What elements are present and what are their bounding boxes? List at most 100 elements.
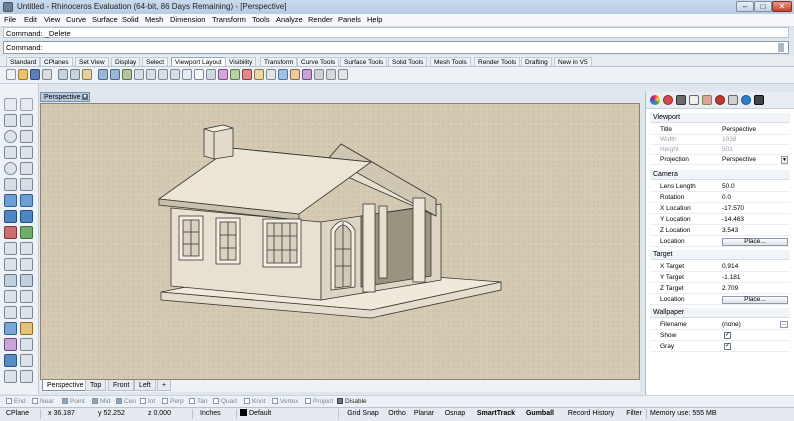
tab-cplanes[interactable]: CPlanes [40, 57, 73, 66]
tab-set-view[interactable]: Set View [75, 57, 109, 66]
edit-icon[interactable] [702, 95, 712, 105]
surface-icon[interactable] [4, 194, 17, 207]
split-icon[interactable] [4, 258, 17, 271]
lens-length-field[interactable]: 50.0 [722, 182, 735, 192]
new-file-icon[interactable] [6, 69, 16, 80]
polyline-icon[interactable] [4, 114, 17, 127]
four-viewports-icon[interactable] [182, 69, 192, 80]
menu-solid[interactable]: Solid [122, 15, 139, 24]
filename-field[interactable]: (none) [722, 320, 741, 330]
paste-icon[interactable] [82, 69, 92, 80]
join-icon[interactable] [20, 258, 33, 271]
fillet-edge-icon[interactable] [4, 242, 17, 255]
arc-icon[interactable] [20, 130, 33, 143]
tab-top[interactable]: Top [85, 380, 107, 391]
tab-perspective[interactable]: Perspective [42, 380, 89, 391]
ellipse-icon[interactable] [4, 162, 17, 175]
viewport-title-tab[interactable]: Perspective ▾ [40, 92, 90, 102]
checkbox-icon[interactable] [244, 398, 250, 404]
tab-standard[interactable]: Standard [6, 57, 41, 66]
tab-visibility[interactable]: Visibility [225, 57, 257, 66]
tab-solid-tools[interactable]: Solid Tools [388, 57, 428, 66]
trim-icon[interactable] [20, 242, 33, 255]
hide-icon[interactable] [254, 69, 264, 80]
menu-edit[interactable]: Edit [24, 15, 37, 24]
help-icon[interactable] [754, 95, 764, 105]
material-icon[interactable] [314, 69, 324, 80]
rhino-app-icon[interactable] [3, 2, 13, 12]
mesh-icon[interactable] [20, 226, 33, 239]
checkbox-icon[interactable] [32, 398, 38, 404]
select-arrow-icon[interactable] [4, 98, 17, 111]
section-camera[interactable]: Camera [650, 170, 790, 180]
filter-button[interactable]: Filter [624, 409, 644, 419]
tab-mesh-tools[interactable]: Mesh Tools [430, 57, 471, 66]
array-icon[interactable] [4, 322, 17, 335]
options-icon[interactable] [338, 69, 348, 80]
target-place-button[interactable]: Place... [722, 296, 788, 304]
title-field[interactable]: Perspective [722, 125, 756, 135]
undo-icon[interactable] [98, 69, 108, 80]
layers-icon[interactable] [689, 95, 699, 105]
osnap-vertex[interactable]: Vertex [272, 397, 298, 406]
checkbox-icon[interactable] [272, 398, 278, 404]
lock-icon[interactable] [266, 69, 276, 80]
zoom-extents-icon[interactable] [158, 69, 168, 80]
osnap-int[interactable]: Int [140, 397, 155, 406]
tab-display[interactable]: Display [111, 57, 141, 66]
cplane-icon[interactable] [194, 69, 204, 80]
tab-surface-tools[interactable]: Surface Tools [340, 57, 388, 66]
menu-dimension[interactable]: Dimension [170, 15, 205, 24]
copy-icon[interactable] [70, 69, 80, 80]
camera-icon[interactable] [676, 95, 686, 105]
rectangle-icon[interactable] [4, 146, 17, 159]
mirror-icon[interactable] [20, 322, 33, 335]
tab-viewport-layout[interactable]: Viewport Layout [171, 57, 226, 66]
scale-icon[interactable] [20, 306, 33, 319]
point-icon[interactable] [20, 98, 33, 111]
planar-button[interactable]: Planar [412, 409, 436, 419]
z-target-field[interactable]: 2.709 [722, 284, 738, 294]
tab-drafting[interactable]: Drafting [521, 57, 552, 66]
menu-mesh[interactable]: Mesh [145, 15, 163, 24]
open-folder-icon[interactable] [18, 69, 28, 80]
menu-file[interactable]: File [4, 15, 16, 24]
fillet-curves-icon[interactable] [20, 178, 33, 191]
materials-icon[interactable] [663, 95, 673, 105]
command-scroll-handle[interactable] [778, 43, 784, 52]
tab-left[interactable]: Left [134, 380, 156, 391]
tab-transform[interactable]: Transform [260, 57, 298, 66]
checkbox-icon[interactable] [140, 398, 146, 404]
osnap-knot[interactable]: Knot [244, 397, 265, 406]
record-history-button[interactable]: Record History [564, 409, 618, 419]
layer-icon[interactable] [278, 69, 288, 80]
pan-icon[interactable] [110, 69, 120, 80]
sun-icon[interactable] [741, 95, 751, 105]
sphere-icon[interactable] [20, 210, 33, 223]
y-target-field[interactable]: -1.181 [722, 273, 740, 283]
copy-object-icon[interactable] [20, 290, 33, 303]
osnap-quad[interactable]: Quad [213, 397, 237, 406]
rotation-field[interactable]: 0.0 [722, 193, 731, 203]
browse-button[interactable]: ... [780, 321, 788, 328]
show-checkbox[interactable]: ✓ [724, 332, 731, 339]
osnap-near[interactable]: Near [32, 397, 54, 406]
drafting-icon[interactable] [4, 370, 17, 383]
polygon-icon[interactable] [20, 146, 33, 159]
tab-curve-tools[interactable]: Curve Tools [297, 57, 340, 66]
menu-surface[interactable]: Surface [92, 15, 118, 24]
properties-icon[interactable] [290, 69, 300, 80]
tab-front[interactable]: Front [108, 380, 135, 391]
checkbox-icon[interactable] [305, 398, 311, 404]
checkbox-icon[interactable] [92, 398, 98, 404]
cut-icon[interactable] [58, 69, 68, 80]
x-target-field[interactable]: 0.914 [722, 262, 738, 272]
save-icon[interactable] [30, 69, 40, 80]
chevron-down-icon[interactable]: ▾ [82, 94, 88, 100]
render-tools-icon[interactable] [4, 354, 17, 367]
osnap-point[interactable]: Point [62, 397, 85, 406]
extrude-icon[interactable] [20, 194, 33, 207]
add-viewport-tab-button[interactable]: + [157, 380, 172, 391]
osnap-disable[interactable]: Disable [337, 397, 367, 406]
section-wallpaper[interactable]: Wallpaper [650, 308, 790, 318]
